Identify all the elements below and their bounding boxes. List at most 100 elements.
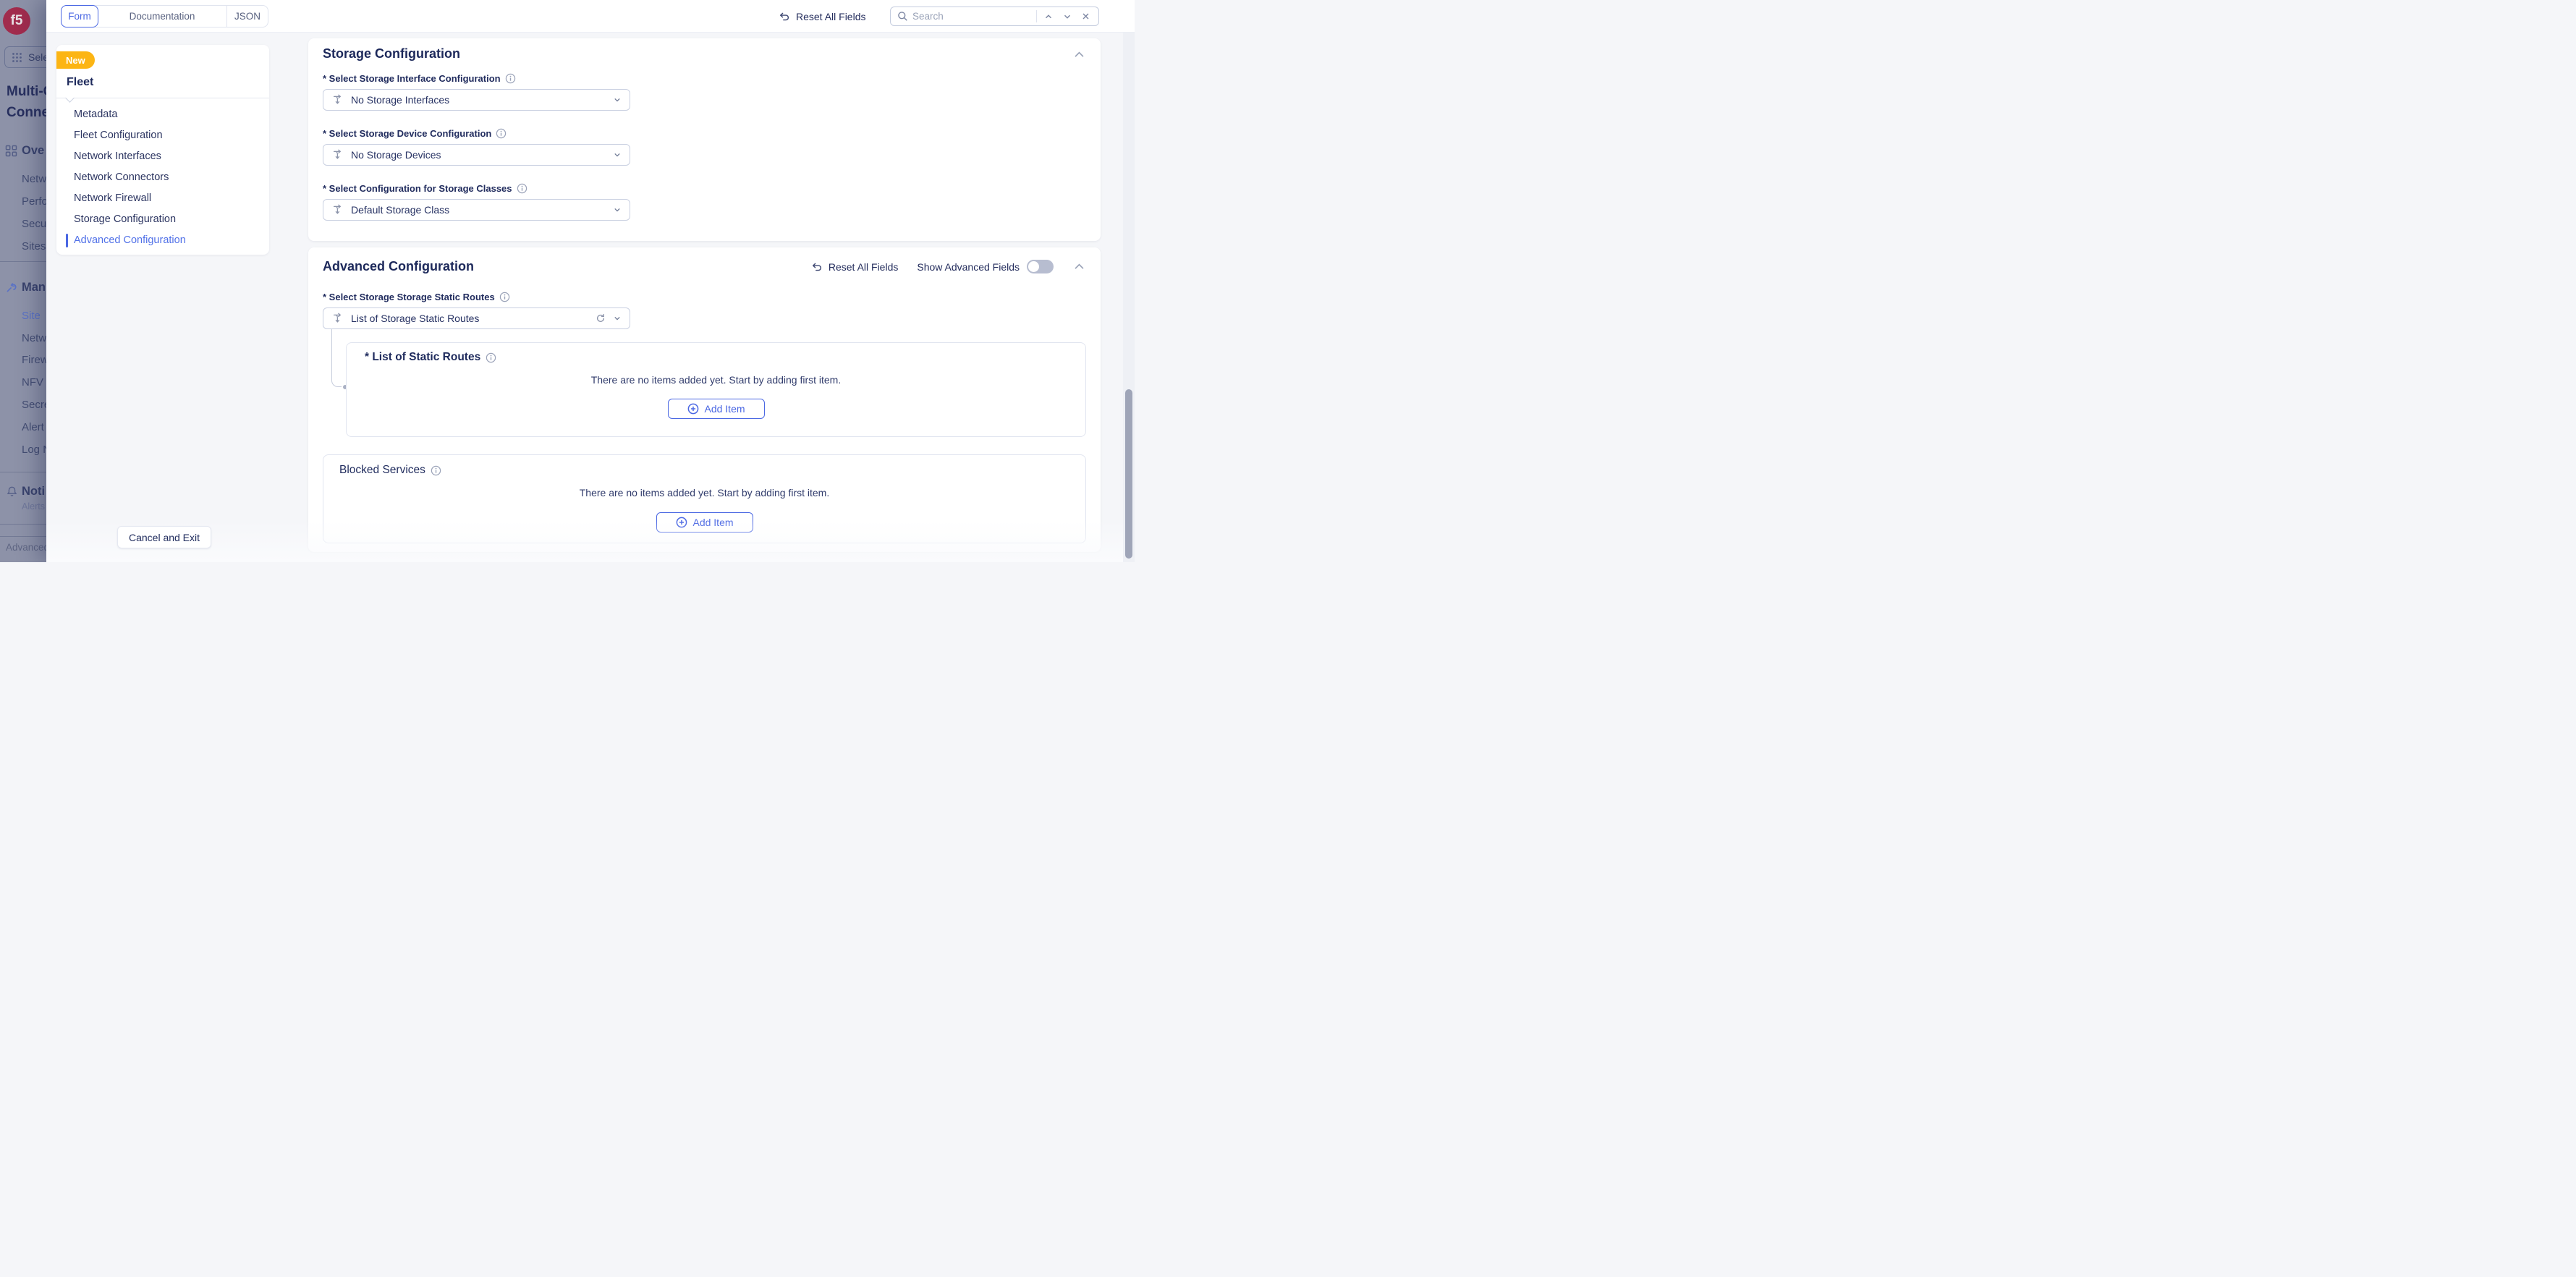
info-icon[interactable] [486,352,496,363]
sidebar-divider [0,536,46,537]
sidebar-section-notifications: Noti [22,485,45,499]
add-item-label: Add Item [692,517,733,528]
sidebar-notifications-subtext: Alerts [22,501,45,512]
search-prev-icon[interactable] [1041,12,1056,21]
box-title-text: Blocked Services [339,464,425,477]
oneof-branch-icon [332,313,344,324]
sidebar-item-site: Site [22,310,41,322]
dimmed-app-sidebar: f5 Sele Multi-C Conne Ove Netw Perfo Sec… [0,0,46,562]
sidebar-item-performance: Perfo [22,195,46,208]
fleet-nav-caret [65,93,75,103]
info-icon[interactable] [517,183,528,194]
add-item-label: Add Item [704,403,745,415]
info-icon[interactable] [499,292,510,302]
sidebar-item-firewall: Firew [22,354,46,366]
sidebar-item-alerts: Alert [22,421,44,433]
sidebar-item-nfv: NFV [22,376,43,389]
cancel-and-exit-button[interactable]: Cancel and Exit [117,526,211,548]
storage-section-title: Storage Configuration [323,46,460,61]
panel-scrollbar[interactable] [1123,33,1135,562]
advanced-reset-label: Reset All Fields [829,261,898,273]
tab-json[interactable]: JSON [226,6,268,27]
advanced-section-title: Advanced Configuration [323,259,474,274]
info-icon[interactable] [505,73,516,84]
static-routes-value: List of Storage Static Routes [351,313,588,324]
sidebar-advanced-toggle: Advanced [6,542,46,553]
search-divider [1036,10,1037,22]
fleet-nav-network-firewall[interactable]: Network Firewall [56,188,269,209]
list-of-static-routes-box: * List of Static Routes There are no ite… [346,342,1086,437]
blocked-services-box: Blocked Services There are no items adde… [323,454,1086,543]
tab-form[interactable]: Form [61,5,98,27]
static-routes-field-label: * Select Storage Storage Static Routes [323,292,510,302]
field-label-text: * Select Configuration for Storage Class… [323,183,512,194]
f5-logo: f5 [3,7,30,35]
refresh-icon[interactable] [596,313,606,323]
show-advanced-fields-toggle[interactable] [1027,260,1054,273]
storage-class-dropdown[interactable]: Default Storage Class [323,199,630,221]
field-label-text: * Select Storage Storage Static Routes [323,292,495,302]
chevron-down-icon [613,96,622,104]
fleet-nav-storage-configuration[interactable]: Storage Configuration [56,209,269,230]
search-input[interactable] [912,11,1032,22]
tab-documentation[interactable]: Documentation [98,6,226,27]
blocked-services-add-item-button[interactable]: Add Item [656,512,753,533]
fleet-object-title: Fleet [67,76,93,89]
sidebar-item-secrets: Secre [22,399,46,411]
new-badge: New [56,51,95,69]
toggle-knob [1028,261,1039,272]
box-title-text: * List of Static Routes [365,351,480,364]
reset-all-fields-label: Reset All Fields [796,11,865,22]
fleet-form-panel: Form Documentation JSON Reset All Fields [46,0,1135,562]
oneof-branch-icon [332,149,344,161]
fleet-nav-network-interfaces[interactable]: Network Interfaces [56,146,269,167]
plus-circle-icon [687,403,698,415]
oneof-branch-icon [332,94,344,106]
advanced-reset-all-fields-button[interactable]: Reset All Fields [811,261,898,273]
fleet-nav-network-connectors[interactable]: Network Connectors [56,167,269,188]
sidebar-item-logs: Log N [22,444,46,456]
sidebar-divider [0,524,46,525]
blocked-services-box-title: Blocked Services [339,464,441,477]
sidebar-item-sites: Sites [22,240,46,253]
collapse-section-icon[interactable] [1074,261,1085,272]
tile-grid-icon [5,145,17,157]
sidebar-section-overview: Ove [22,144,44,158]
reset-all-fields-button[interactable]: Reset All Fields [779,0,865,33]
fleet-nav-items: Metadata Fleet Configuration Network Int… [56,104,269,251]
static-routes-dropdown[interactable]: List of Storage Static Routes [323,307,630,329]
oneof-branch-icon [332,204,344,216]
active-indicator-bar [66,234,68,247]
sidebar-item-network: Netw [22,173,46,185]
fleet-nav-advanced-configuration[interactable]: Advanced Configuration [56,230,269,251]
bell-icon [6,485,18,498]
fleet-nav-advanced-label: Advanced Configuration [74,234,186,246]
sidebar-item-security: Secu [22,218,46,230]
fleet-nav-metadata[interactable]: Metadata [56,104,269,125]
static-routes-add-item-button[interactable]: Add Item [667,399,764,419]
reset-icon [779,11,790,22]
storage-interface-field-label: * Select Storage Interface Configuration [323,73,516,84]
info-icon[interactable] [496,128,507,139]
plus-circle-icon [675,517,687,528]
search-next-icon[interactable] [1060,12,1075,21]
storage-interface-dropdown[interactable]: No Storage Interfaces [323,89,630,111]
advanced-configuration-section: Advanced Configuration Reset All Fields … [308,247,1101,552]
advanced-section-actions: Reset All Fields Show Advanced Fields [811,260,1085,273]
panel-topbar: Form Documentation JSON Reset All Fields [46,0,1135,33]
wrench-icon [5,281,17,294]
workspace-select-button: Sele [4,46,46,68]
search-close-icon[interactable] [1079,12,1093,20]
show-advanced-fields-label: Show Advanced Fields [917,261,1020,273]
workspace-select-label: Sele [28,51,46,63]
collapse-section-icon[interactable] [1074,49,1085,60]
storage-class-field-label: * Select Configuration for Storage Class… [323,183,528,194]
dot-grid-icon [12,52,22,63]
storage-device-field-label: * Select Storage Device Configuration [323,128,507,139]
info-icon[interactable] [431,465,441,476]
fleet-nav-fleet-configuration[interactable]: Fleet Configuration [56,125,269,146]
storage-device-dropdown[interactable]: No Storage Devices [323,144,630,166]
screen: f5 Sele Multi-C Conne Ove Netw Perfo Sec… [0,0,1135,562]
scrollbar-thumb[interactable] [1125,389,1132,559]
sidebar-divider [0,261,46,262]
